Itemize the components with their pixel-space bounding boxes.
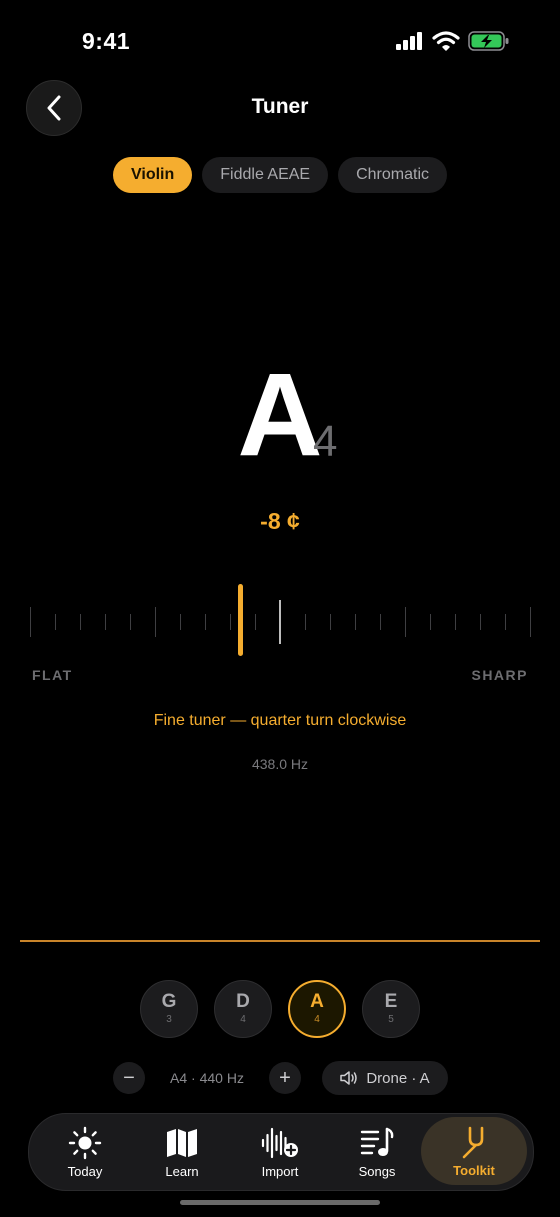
tabbar-item-songs[interactable]: Songs [331,1114,423,1190]
meter-tick [505,614,506,630]
wifi-icon [432,31,460,51]
drone-label: Drone · A [366,1069,430,1087]
map-icon [167,1128,197,1157]
meter-tick [180,614,181,630]
status-time: 9:41 [82,28,131,54]
meter-tick [430,614,431,630]
string-selector: G 3 D 4 A 4 E 5 [0,980,560,1038]
string-octave: 4 [314,1014,320,1025]
meter-tick [230,614,231,630]
tabbar-label: Today [67,1163,103,1179]
detected-octave: 4 [313,417,338,466]
string-note: A [310,991,324,1012]
tuning-hint: Fine tuner — quarter turn clockwise [153,712,407,729]
meter-tick [530,607,531,637]
waveform-plus-icon [261,1127,298,1158]
tab-violin[interactable]: Violin [113,157,193,193]
cents-offset: -8 ¢ [260,508,300,534]
meter-tick [405,607,406,637]
tabbar-item-toolkit[interactable]: Toolkit [421,1117,527,1185]
meter-tick [80,614,81,630]
sharp-label: SHARP [471,667,528,683]
home-indicator [180,1200,380,1205]
drone-button[interactable]: Drone · A [322,1061,448,1095]
tabbar-label: Songs [358,1163,396,1179]
string-d4-button[interactable]: D 4 [214,980,272,1038]
battery-charging-icon [468,31,509,51]
meter-tick [330,614,331,630]
tabbar-label: Toolkit [453,1162,495,1178]
meter-tick [480,614,481,630]
cellular-signal-icon [396,32,422,50]
sun-icon [68,1126,102,1159]
reference-pitch-label: A4 · 440 Hz [170,1070,244,1086]
speaker-icon [340,1071,358,1085]
string-octave: 3 [166,1014,172,1025]
string-g3-button[interactable]: G 3 [140,980,198,1038]
tabbar-item-today[interactable]: Today [39,1114,131,1190]
meter-tick [355,614,356,630]
tabbar-label: Import [261,1163,299,1179]
note-display: A 4 [0,355,560,475]
string-note: G [161,991,177,1012]
flat-label: FLAT [32,667,73,683]
decrease-reference-button[interactable]: − [113,1062,145,1094]
meter-center-mark [279,600,281,644]
meter-tick [155,607,156,637]
tuning-needle [238,584,243,656]
detected-frequency: 438.0 Hz [251,756,309,772]
meter-tick [305,614,306,630]
meter-tick [455,614,456,630]
meter-tick [105,614,106,630]
tab-fiddle-aeae[interactable]: Fiddle AEAE [202,157,329,193]
string-a4-button[interactable]: A 4 [288,980,346,1038]
meter-tick [380,614,381,630]
music-list-icon [360,1127,394,1156]
string-note: E [384,991,398,1012]
meter-tick [30,607,31,637]
string-octave: 5 [388,1014,394,1025]
tabbar-item-import[interactable]: Import [234,1114,326,1190]
string-note: D [236,991,250,1012]
string-octave: 4 [240,1014,246,1025]
bottom-tab-bar: Today Learn Import Songs Toolkit [28,1113,534,1191]
tuning-fork-icon [462,1126,484,1158]
tuning-meter [30,600,531,644]
divider [20,940,540,942]
string-e5-button[interactable]: E 5 [362,980,420,1038]
tabbar-label: Learn [165,1163,199,1179]
tuning-mode-tabs: Violin Fiddle AEAE Chromatic [0,157,560,193]
increase-reference-button[interactable]: + [269,1062,301,1094]
tabbar-item-learn[interactable]: Learn [136,1114,228,1190]
tab-chromatic[interactable]: Chromatic [338,157,447,193]
meter-tick [205,614,206,630]
meter-tick [130,614,131,630]
meter-tick [55,614,56,630]
detected-note: A [237,349,323,481]
meter-tick [255,614,256,630]
status-bar: 9:41 [0,0,560,80]
page-title: Tuner [251,95,309,118]
